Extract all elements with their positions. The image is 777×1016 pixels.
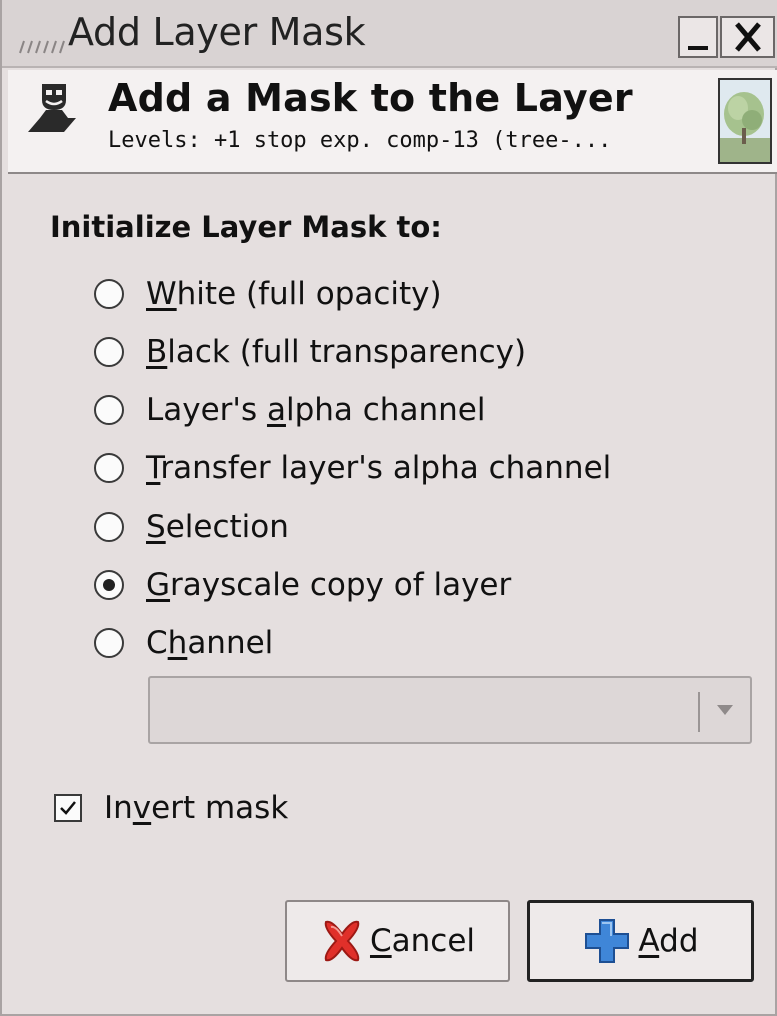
cancel-label: Cancel bbox=[369, 923, 476, 959]
add-label: Add bbox=[638, 923, 699, 959]
close-button[interactable] bbox=[720, 16, 775, 58]
plus-icon bbox=[585, 919, 630, 963]
close-icon bbox=[734, 22, 761, 52]
radio-button[interactable] bbox=[94, 570, 124, 600]
radio-label: Layer's alpha channel bbox=[146, 392, 486, 428]
gimp-wilber-icon bbox=[28, 84, 76, 132]
window-title: Add Layer Mask bbox=[68, 10, 366, 54]
invert-mask-checkbox-row[interactable]: Invert mask bbox=[54, 786, 288, 830]
radio-button[interactable] bbox=[94, 453, 124, 483]
radio-layer-alpha[interactable]: Layer's alpha channel bbox=[94, 388, 485, 432]
minimize-icon bbox=[688, 46, 708, 50]
section-title: Initialize Layer Mask to: bbox=[50, 210, 442, 244]
cancel-button[interactable]: Cancel bbox=[285, 900, 510, 982]
invert-mask-checkbox[interactable] bbox=[54, 794, 82, 822]
radio-white[interactable]: White (full opacity) bbox=[94, 272, 442, 316]
radio-grayscale-copy[interactable]: Grayscale copy of layer bbox=[94, 563, 511, 607]
grip-icon bbox=[19, 40, 65, 54]
radio-label: Selection bbox=[146, 509, 289, 545]
layer-name: Levels: +1 stop exp. comp-13 (tree-... bbox=[108, 128, 612, 153]
radio-button[interactable] bbox=[94, 512, 124, 542]
layer-thumbnail bbox=[718, 78, 772, 164]
chevron-down-icon[interactable] bbox=[716, 704, 734, 716]
dialog-header: Add a Mask to the Layer Levels: +1 stop … bbox=[8, 70, 777, 174]
radio-button[interactable] bbox=[94, 279, 124, 309]
radio-button[interactable] bbox=[94, 395, 124, 425]
add-button[interactable]: Add bbox=[527, 900, 754, 982]
radio-label: Channel bbox=[146, 625, 274, 661]
channel-combo[interactable] bbox=[148, 676, 752, 744]
radio-transfer-alpha[interactable]: Transfer layer's alpha channel bbox=[94, 446, 611, 490]
radio-label: Black (full transparency) bbox=[146, 334, 527, 370]
minimize-button[interactable] bbox=[678, 16, 718, 58]
cancel-x-icon bbox=[324, 920, 360, 962]
radio-label: Grayscale copy of layer bbox=[146, 567, 512, 603]
checkmark-icon bbox=[60, 801, 76, 815]
radio-label: White (full opacity) bbox=[146, 276, 442, 312]
radio-label: Transfer layer's alpha channel bbox=[146, 450, 612, 486]
radio-button[interactable] bbox=[94, 337, 124, 367]
tree-thumbnail-image bbox=[720, 80, 770, 162]
radio-selection[interactable]: Selection bbox=[94, 505, 289, 549]
add-layer-mask-dialog: Add Layer Mask Add a Mask to the Layer L… bbox=[0, 0, 777, 1016]
title-bar[interactable]: Add Layer Mask bbox=[2, 0, 777, 68]
radio-button[interactable] bbox=[94, 628, 124, 658]
radio-channel[interactable]: Channel bbox=[94, 621, 273, 665]
invert-mask-label: Invert mask bbox=[104, 790, 289, 826]
header-title: Add a Mask to the Layer bbox=[108, 76, 633, 120]
combo-separator bbox=[698, 692, 700, 732]
radio-black[interactable]: Black (full transparency) bbox=[94, 330, 526, 374]
